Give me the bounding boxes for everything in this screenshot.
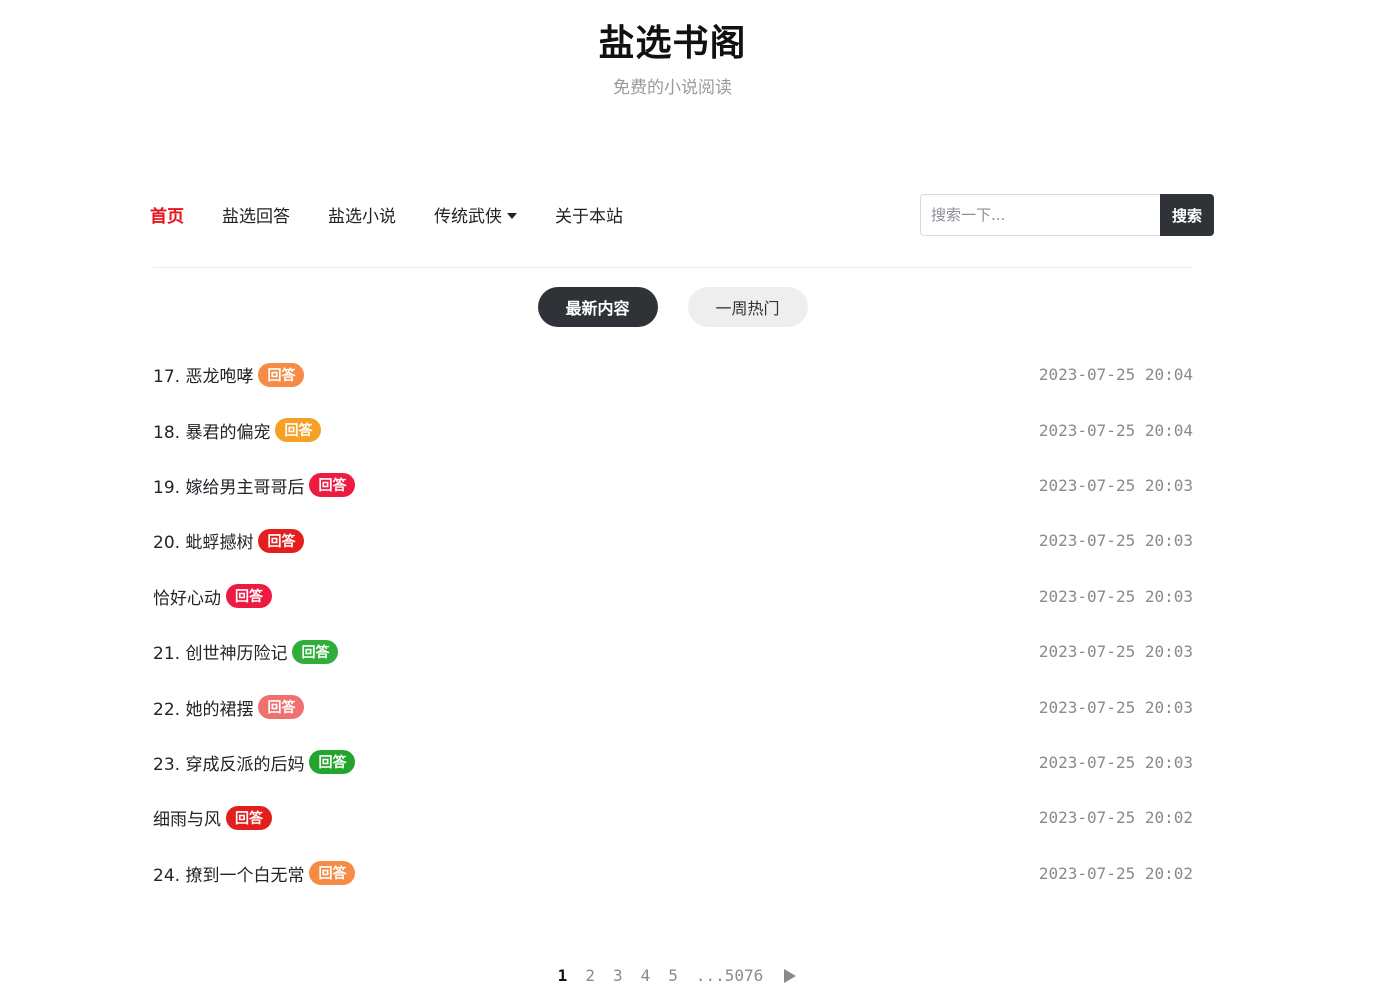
- list-item: 24. 撩到一个白无常 回答 2023-07-25 20:02: [153, 846, 1193, 901]
- nav-item-wuxia-label: 传统武侠: [434, 206, 502, 227]
- list-item-main: 19. 嫁给男主哥哥后 回答: [153, 473, 356, 498]
- list-item-time: 2023-07-25 20:03: [1038, 752, 1193, 772]
- list-item-title[interactable]: 24. 撩到一个白无常: [153, 861, 304, 886]
- nav-item-answers[interactable]: 盐选回答: [222, 202, 290, 227]
- content-tabs: 最新内容 一周热门: [0, 287, 1345, 327]
- tab-weekly-hot[interactable]: 一周热门: [687, 287, 808, 327]
- list-item-main: 20. 蚍蜉撼树 回答: [153, 528, 305, 553]
- page-link-5[interactable]: 5: [668, 966, 678, 985]
- play-arrow-icon[interactable]: [784, 968, 797, 983]
- category-badge[interactable]: 回答: [309, 861, 356, 886]
- list-item-main: 22. 她的裙摆 回答: [153, 695, 305, 720]
- list-item: 19. 嫁给男主哥哥后 回答 2023-07-25 20:03: [153, 458, 1193, 513]
- page-link-1[interactable]: 1: [558, 966, 568, 985]
- page-link-last[interactable]: ...5076: [696, 966, 763, 985]
- page: 盐选书阁 免费的小说阅读 首页 盐选回答 盐选小说 传统武侠 关于本站 搜索 最…: [0, 0, 1390, 1005]
- list-item-title[interactable]: 17. 恶龙咆哮: [153, 362, 253, 387]
- article-list: 17. 恶龙咆哮 回答 2023-07-25 20:04 18. 暴君的偏宠 回…: [153, 347, 1193, 901]
- category-badge[interactable]: 回答: [226, 584, 272, 609]
- list-item-title[interactable]: 23. 穿成反派的后妈: [153, 750, 304, 775]
- category-badge[interactable]: 回答: [309, 750, 356, 775]
- nav-item-wuxia-dropdown[interactable]: 传统武侠: [434, 202, 517, 227]
- list-item-time: 2023-07-25 20:02: [1038, 808, 1193, 828]
- nav-item-novels[interactable]: 盐选小说: [328, 202, 396, 227]
- list-item-main: 21. 创世神历险记 回答: [153, 639, 339, 664]
- list-item-main: 17. 恶龙咆哮 回答: [153, 362, 305, 387]
- site-subtitle: 免费的小说阅读: [613, 78, 732, 98]
- list-item: 恰好心动 回答 2023-07-25 20:03: [153, 569, 1193, 624]
- list-item-title[interactable]: 细雨与风: [153, 805, 221, 830]
- page-link-3[interactable]: 3: [613, 966, 623, 985]
- search-button[interactable]: 搜索: [1160, 194, 1214, 236]
- category-badge[interactable]: 回答: [258, 695, 305, 720]
- list-item-time: 2023-07-25 20:03: [1038, 531, 1193, 551]
- list-item: 23. 穿成反派的后妈 回答 2023-07-25 20:03: [153, 735, 1193, 790]
- category-badge[interactable]: 回答: [275, 418, 322, 443]
- list-item-title[interactable]: 恰好心动: [153, 584, 221, 609]
- list-item: 细雨与风 回答 2023-07-25 20:02: [153, 790, 1193, 845]
- list-item-time: 2023-07-25 20:04: [1038, 365, 1193, 385]
- list-item-title[interactable]: 21. 创世神历险记: [153, 639, 287, 664]
- tab-latest[interactable]: 最新内容: [537, 287, 658, 327]
- category-badge[interactable]: 回答: [292, 639, 339, 664]
- category-badge[interactable]: 回答: [309, 473, 356, 498]
- list-item-time: 2023-07-25 20:03: [1038, 475, 1193, 495]
- page-link-2[interactable]: 2: [585, 966, 595, 985]
- main-navbar: 首页 盐选回答 盐选小说 传统武侠 关于本站 搜索: [150, 190, 1214, 238]
- list-item-title[interactable]: 19. 嫁给男主哥哥后: [153, 473, 304, 498]
- site-title[interactable]: 盐选书阁: [0, 20, 1345, 68]
- list-item-time: 2023-07-25 20:04: [1038, 420, 1193, 440]
- nav-item-about[interactable]: 关于本站: [555, 202, 623, 227]
- category-badge[interactable]: 回答: [226, 805, 272, 830]
- list-item-title[interactable]: 18. 暴君的偏宠: [153, 418, 270, 443]
- list-item-time: 2023-07-25 20:03: [1038, 697, 1193, 717]
- nav-item-home[interactable]: 首页: [150, 202, 184, 227]
- nav-divider: [153, 267, 1193, 268]
- category-badge[interactable]: 回答: [258, 528, 305, 553]
- list-item: 21. 创世神历险记 回答 2023-07-25 20:03: [153, 624, 1193, 679]
- caret-down-icon: [507, 212, 517, 219]
- list-item-main: 细雨与风 回答: [153, 805, 272, 830]
- search-input[interactable]: [920, 194, 1160, 236]
- list-item-time: 2023-07-25 20:02: [1038, 863, 1193, 883]
- pagination: 1 2 3 4 5 ...5076: [0, 966, 1345, 985]
- nav-links: 首页 盐选回答 盐选小说 传统武侠 关于本站: [150, 190, 661, 238]
- list-item-main: 18. 暴君的偏宠 回答: [153, 418, 322, 443]
- list-item: 17. 恶龙咆哮 回答 2023-07-25 20:04: [153, 347, 1193, 402]
- site-header: 盐选书阁 免费的小说阅读: [0, 20, 1345, 100]
- list-item: 18. 暴君的偏宠 回答 2023-07-25 20:04: [153, 402, 1193, 457]
- list-item-title[interactable]: 20. 蚍蜉撼树: [153, 528, 253, 553]
- list-item-title[interactable]: 22. 她的裙摆: [153, 695, 253, 720]
- list-item: 22. 她的裙摆 回答 2023-07-25 20:03: [153, 679, 1193, 734]
- list-item-time: 2023-07-25 20:03: [1038, 586, 1193, 606]
- search-form: 搜索: [920, 194, 1214, 236]
- category-badge[interactable]: 回答: [258, 362, 305, 387]
- list-item: 20. 蚍蜉撼树 回答 2023-07-25 20:03: [153, 513, 1193, 568]
- list-item-main: 恰好心动 回答: [153, 584, 272, 609]
- list-item-main: 24. 撩到一个白无常 回答: [153, 861, 356, 886]
- list-item-time: 2023-07-25 20:03: [1038, 642, 1193, 662]
- list-item-main: 23. 穿成反派的后妈 回答: [153, 750, 356, 775]
- page-link-4[interactable]: 4: [641, 966, 651, 985]
